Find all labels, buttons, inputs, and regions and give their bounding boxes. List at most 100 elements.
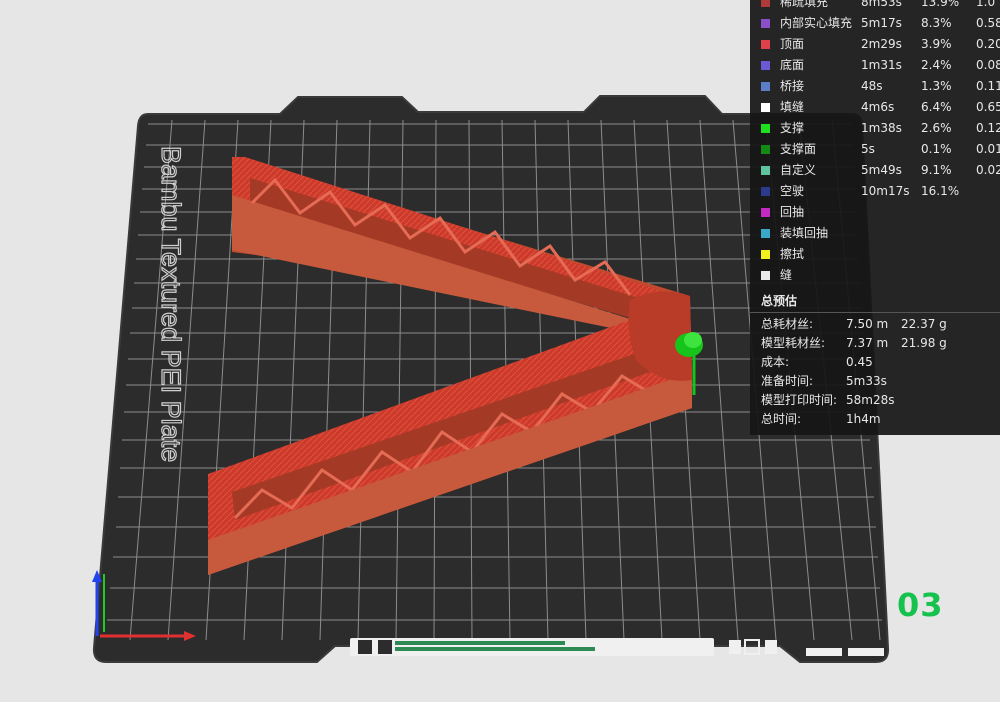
- feature-label: 内部实心填充: [780, 16, 853, 30]
- feature-label: 回抽: [780, 205, 805, 219]
- feature-label: 支撑: [780, 121, 805, 135]
- feature-percent: 1.3%: [921, 79, 952, 93]
- feature-time: 10m17s: [861, 184, 910, 198]
- feature-label: 装填回抽: [780, 226, 829, 240]
- legend-swatch: [761, 271, 770, 280]
- feature-label: 缝: [780, 268, 793, 282]
- feature-weight: 0.01: [976, 142, 1000, 156]
- feature-label: 擦拭: [780, 247, 805, 261]
- summary-value: 0.45: [846, 355, 873, 369]
- legend-swatch: [761, 0, 770, 7]
- summary-row: 模型耗材丝: 7.37 m 21.98 g: [761, 334, 1000, 353]
- stats-row: 自定义 5m49s 9.1% 0.02: [750, 160, 1000, 181]
- feature-label: 支撑面: [780, 142, 817, 156]
- feature-time: 1m31s: [861, 58, 902, 72]
- stats-row: 回抽: [750, 202, 1000, 223]
- feature-time: 8m53s: [861, 0, 902, 9]
- feature-time: 4m6s: [861, 100, 895, 114]
- feature-time: 5s: [861, 142, 875, 156]
- plate-number: 03: [897, 586, 944, 624]
- feature-percent: 2.4%: [921, 58, 952, 72]
- feature-percent: 13.9%: [921, 0, 960, 9]
- feature-percent: 6.4%: [921, 100, 952, 114]
- legend-swatch: [761, 124, 770, 133]
- feature-percent: 8.3%: [921, 16, 952, 30]
- summary-divider: [750, 312, 1000, 313]
- stats-row: 支撑 1m38s 2.6% 0.12: [750, 118, 1000, 139]
- summary-row: 总时间: 1h4m: [761, 410, 1000, 429]
- lock-icon: [729, 640, 741, 654]
- stats-row: 装填回抽: [750, 223, 1000, 244]
- trash-icon: [765, 640, 777, 654]
- feature-percent: 9.1%: [921, 163, 952, 177]
- summary-value: 1h4m: [846, 412, 881, 426]
- feature-time: 5m49s: [861, 163, 902, 177]
- feature-weight: 0.58: [976, 16, 1000, 30]
- summary-label: 总耗材丝:: [761, 317, 814, 331]
- summary-label: 模型耗材丝:: [761, 336, 826, 350]
- legend-swatch: [761, 145, 770, 154]
- gcode-stats-panel: 稀疏填充 8m53s 13.9% 1.0 内部实心填充 5m17s 8.3% 0…: [750, 0, 1000, 435]
- legend-swatch: [761, 166, 770, 175]
- legend-swatch: [761, 40, 770, 49]
- feature-label: 自定义: [780, 163, 817, 177]
- summary-row: 准备时间: 5m33s: [761, 372, 1000, 391]
- summary-value: 7.37 m: [846, 336, 889, 350]
- legend-swatch: [761, 103, 770, 112]
- legend-swatch: [761, 250, 770, 259]
- legend-swatch: [761, 208, 770, 217]
- summary-value-2: 21.98 g: [901, 336, 947, 350]
- stats-row: 桥接 48s 1.3% 0.11: [750, 76, 1000, 97]
- stats-row: 底面 1m31s 2.4% 0.08: [750, 55, 1000, 76]
- stats-row: 顶面 2m29s 3.9% 0.20: [750, 34, 1000, 55]
- feature-label: 顶面: [780, 37, 805, 51]
- stats-row: 支撑面 5s 0.1% 0.01: [750, 139, 1000, 160]
- feature-percent: 16.1%: [921, 184, 960, 198]
- summary-label: 模型打印时间:: [761, 393, 838, 407]
- feature-percent: 0.1%: [921, 142, 952, 156]
- feature-percent: 3.9%: [921, 37, 952, 51]
- stats-row: 缝: [750, 265, 1000, 286]
- summary-label: 准备时间:: [761, 374, 814, 388]
- arrange-icon: [378, 640, 392, 654]
- stats-row: 擦拭: [750, 244, 1000, 265]
- feature-label: 稀疏填充: [780, 0, 829, 9]
- summary-value: 5m33s: [846, 374, 887, 388]
- stats-row: 内部实心填充 5m17s 8.3% 0.58: [750, 13, 1000, 34]
- feature-time: 2m29s: [861, 37, 902, 51]
- summary-value-2: 22.37 g: [901, 317, 947, 331]
- feature-time: 48s: [861, 79, 883, 93]
- feature-weight: 0.65: [976, 100, 1000, 114]
- stats-row: 空驶 10m17s 16.1%: [750, 181, 1000, 202]
- stats-row: 稀疏填充 8m53s 13.9% 1.0: [750, 0, 1000, 13]
- feature-weight: 0.20: [976, 37, 1000, 51]
- feature-time: 5m17s: [861, 16, 902, 30]
- feature-weight: 0.02: [976, 163, 1000, 177]
- feature-weight: 0.08: [976, 58, 1000, 72]
- legend-swatch: [761, 229, 770, 238]
- summary-value: 58m28s: [846, 393, 895, 407]
- feature-weight: 0.12: [976, 121, 1000, 135]
- legend-swatch: [761, 187, 770, 196]
- feature-weight: 0.11: [976, 79, 1000, 93]
- summary-row: 总耗材丝: 7.50 m 22.37 g: [761, 315, 1000, 334]
- summary-label: 总时间:: [761, 412, 802, 426]
- legend-swatch: [761, 19, 770, 28]
- plate-label: Bambu Textured PEI Plate: [156, 146, 186, 462]
- feature-label: 空驶: [780, 184, 805, 198]
- feature-time: 1m38s: [861, 121, 902, 135]
- feature-weight: 1.0: [976, 0, 996, 9]
- feature-label: 填缝: [780, 100, 805, 114]
- feature-percent: 2.6%: [921, 121, 952, 135]
- plate-icon: [358, 640, 372, 654]
- stats-row: 填缝 4m6s 6.4% 0.65: [750, 97, 1000, 118]
- legend-swatch: [761, 61, 770, 70]
- summary-row: 成本: 0.45: [761, 353, 1000, 372]
- summary-value: 7.50 m: [846, 317, 889, 331]
- summary-title: 总预估: [761, 294, 798, 308]
- feature-label: 底面: [780, 58, 805, 72]
- summary-label: 成本:: [761, 355, 790, 369]
- legend-swatch: [761, 82, 770, 91]
- summary-row: 模型打印时间: 58m28s: [761, 391, 1000, 410]
- feature-label: 桥接: [780, 79, 805, 93]
